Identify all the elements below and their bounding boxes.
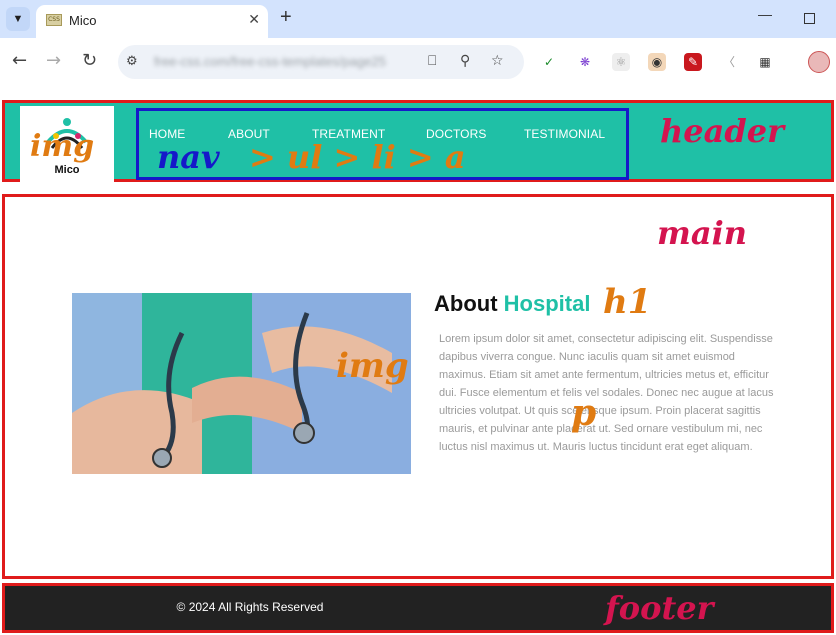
nav-item-testimonial: TESTIMONIAL (524, 125, 605, 143)
about-heading: About Hospital (434, 291, 590, 317)
logo-text: Mico (54, 164, 80, 176)
footer-copyright: © 2024 All Rights Reserved (176, 600, 324, 614)
close-icon[interactable]: ✕ (248, 11, 260, 28)
heading-part-hospital: Hospital (503, 291, 591, 316)
plus-icon[interactable]: + (280, 7, 292, 27)
about-paragraph: Lorem ipsum dolor sit amet, consectetur … (439, 333, 774, 453)
chevron-down-icon: ▼ (12, 13, 24, 25)
browser-tab[interactable]: CSS Mico ✕ (36, 5, 268, 38)
annotation-main: main (657, 214, 748, 252)
minimize-icon[interactable]: — (758, 6, 772, 22)
favicon-icon: CSS (46, 14, 62, 26)
site-footer: © 2024 All Rights Reserved footer (2, 583, 834, 633)
back-arrow-icon[interactable]: ← (12, 50, 27, 71)
translate-icon[interactable]: ⎕ (428, 53, 436, 69)
extension-pdf-icon[interactable]: ✎ (684, 53, 702, 71)
address-bar[interactable]: ⚙ free-css.com/free-css-templates/page25… (118, 45, 524, 79)
site-info-icon[interactable]: ⚙ (126, 54, 138, 69)
extensions-puzzle-icon[interactable]: ▦ (756, 53, 774, 71)
extension-gear-icon[interactable]: ❋ (576, 53, 594, 71)
annotation-img: img (30, 129, 95, 164)
annotation-hero-img: img (336, 346, 409, 386)
annotation-footer: footer (605, 589, 714, 627)
extension-owl-icon[interactable]: ◉ (648, 53, 666, 71)
annotation-p: p (571, 392, 597, 434)
tab-title: Mico (69, 13, 97, 28)
maximize-icon[interactable] (804, 13, 815, 24)
profile-avatar[interactable] (808, 51, 830, 73)
annotation-header: header (660, 112, 784, 150)
annotation-nav-chain: > ul > li > a (249, 138, 466, 176)
site-header: Mico img HOME ABOUT TREATMENT DOCTORS TE… (2, 100, 834, 185)
main-nav: HOME ABOUT TREATMENT DOCTORS TESTIMONIAL… (136, 108, 629, 180)
heading-part-about: About (434, 291, 498, 316)
annotation-h1: h1 (603, 282, 652, 322)
nav-link-testimonial[interactable]: TESTIMONIAL (524, 127, 605, 141)
url-text[interactable]: free-css.com/free-css-templates/page25 (154, 54, 386, 69)
tab-list-button[interactable]: ▼ (6, 7, 30, 31)
browser-toolbar: ← → ↻ ⚙ free-css.com/free-css-templates/… (0, 38, 836, 88)
reload-icon[interactable]: ↻ (82, 50, 97, 71)
browser-tab-bar: ▼ CSS Mico ✕ + — (0, 0, 836, 38)
zoom-icon[interactable]: ⚲ (460, 53, 470, 69)
main-section: main img About Hospital h1 Lorem ipsum d… (2, 194, 834, 579)
extension-eraser-icon[interactable]: 〈 (720, 53, 738, 71)
forward-arrow-icon[interactable]: → (46, 50, 61, 71)
extension-react-icon[interactable]: ⚛ (612, 53, 630, 71)
star-icon[interactable]: ☆ (491, 53, 504, 69)
annotation-nav: nav (157, 138, 220, 176)
logo[interactable]: Mico img (20, 106, 114, 185)
hero-image: img (72, 293, 411, 474)
extension-check-icon[interactable]: ✓ (540, 53, 558, 71)
web-page: Mico img HOME ABOUT TREATMENT DOCTORS TE… (0, 88, 836, 635)
